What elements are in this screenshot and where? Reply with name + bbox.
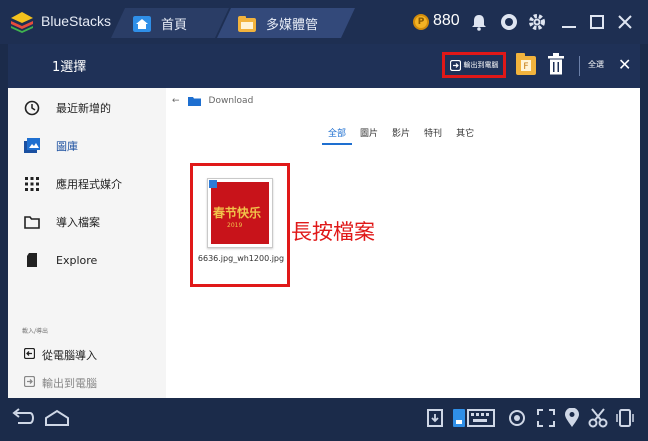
filter-tab-images[interactable]: 圖片 — [360, 126, 378, 139]
folder-icon — [238, 15, 256, 32]
import-export-section-label: 載入/導出 — [22, 328, 49, 335]
close-icon[interactable] — [616, 13, 634, 31]
media-toolbar: 1選擇 輸出到電腦 F 全選 ✕ — [8, 44, 640, 88]
import-icon — [24, 348, 35, 359]
phone-rotate-icon[interactable] — [616, 408, 634, 428]
android-nav-bar — [0, 398, 648, 441]
sd-card-icon — [27, 253, 37, 267]
sidebar-item-label: 應用程式媒介 — [56, 178, 122, 191]
filter-tab-special[interactable]: 特刊 — [424, 126, 442, 139]
breadcrumb: ← Download — [172, 96, 253, 106]
location-icon[interactable] — [564, 408, 580, 428]
back-arrow-icon[interactable]: ← — [172, 96, 180, 106]
breadcrumb-folder[interactable]: Download — [209, 96, 254, 106]
sidebar-item-app-media[interactable]: 應用程式媒介 — [8, 166, 166, 202]
sidebar-item-label: 導入檔案 — [56, 216, 100, 229]
folder-outline-icon — [24, 216, 40, 229]
tab-media-label: 多媒體管 — [266, 18, 319, 33]
scissors-icon[interactable] — [588, 408, 608, 428]
filter-tab-other[interactable]: 其它 — [456, 126, 474, 139]
export-icon — [449, 59, 461, 71]
export-icon — [24, 376, 35, 387]
active-filter-indicator — [322, 143, 352, 145]
sidebar-item-import-from-pc[interactable]: 從電腦導入 — [8, 343, 166, 365]
sidebar-item-explore[interactable]: Explore — [8, 242, 166, 278]
media-manager-content: 最近新增的 圖庫 應用程式媒介 導入檔案 Explore 載入/導出 從電腦導入… — [8, 88, 640, 398]
export-to-pc-button[interactable]: 輸出到電腦 — [442, 52, 506, 78]
thumbnail-art-text: 春节快乐 — [213, 206, 262, 220]
sidebar-item-import-files[interactable]: 導入檔案 — [8, 204, 166, 240]
clock-icon — [24, 100, 40, 116]
tab-media-content: 多媒體管 — [238, 14, 318, 33]
sidebar-item-label: 圖庫 — [56, 140, 78, 153]
selection-count-title: 1選擇 — [52, 60, 87, 75]
bell-icon[interactable] — [470, 13, 488, 31]
home-outline-icon[interactable] — [44, 408, 70, 428]
folder-icon — [187, 97, 201, 106]
apk-install-icon[interactable] — [426, 408, 444, 428]
filter-tab-videos[interactable]: 影片 — [392, 126, 410, 139]
coin-icon: P — [413, 14, 429, 30]
app-name: BlueStacks — [41, 13, 112, 29]
tab-home-content: 首頁 — [133, 14, 187, 33]
gallery-icon — [24, 138, 40, 153]
minimize-icon[interactable] — [560, 13, 578, 31]
trash-icon[interactable] — [548, 53, 564, 75]
file-manager-icon[interactable]: F — [516, 53, 536, 75]
close-selection-button[interactable]: ✕ — [618, 56, 631, 74]
media-filter-tabs: 全部 圖片 影片 特刊 其它 — [328, 126, 474, 139]
sidebar-item-label: 輸出到電腦 — [42, 377, 97, 390]
sidebar-item-recent[interactable]: 最近新增的 — [8, 90, 166, 126]
select-all-button[interactable]: 全選 — [588, 59, 604, 70]
export-label: 輸出到電腦 — [463, 61, 499, 69]
title-bar: BlueStacks 首頁 多媒體管 P 880 — [0, 0, 648, 44]
sidebar-item-export-to-pc[interactable]: 輸出到電腦 — [8, 371, 166, 393]
sidebar-item-label: Explore — [56, 253, 98, 267]
keyboard-icon[interactable] — [452, 408, 496, 428]
toolbar-divider — [579, 56, 580, 76]
account-icon[interactable] — [500, 13, 518, 31]
sidebar-item-label: 從電腦導入 — [42, 349, 97, 362]
filter-tab-all[interactable]: 全部 — [328, 126, 346, 139]
apps-grid-icon — [25, 177, 39, 191]
file-manager-badge: F — [523, 62, 528, 72]
bluestacks-logo-icon — [11, 12, 33, 33]
coin-count[interactable]: 880 — [433, 12, 460, 30]
sidebar: 最近新增的 圖庫 應用程式媒介 導入檔案 Explore 載入/導出 從電腦導入… — [8, 88, 166, 398]
tab-home-label: 首頁 — [161, 18, 188, 33]
settings-icon[interactable] — [528, 13, 546, 31]
fullscreen-icon[interactable] — [536, 408, 556, 428]
eye-icon[interactable] — [508, 408, 526, 428]
selection-check-icon[interactable] — [209, 180, 217, 188]
maximize-icon[interactable] — [588, 13, 606, 31]
thumbnail-image: 春节快乐 2019 — [211, 182, 269, 244]
thumbnail-art-year: 2019 — [227, 222, 243, 229]
home-icon — [133, 15, 151, 32]
sidebar-item-gallery[interactable]: 圖庫 — [8, 128, 166, 164]
file-tile-highlight[interactable]: 春节快乐 2019 6636.jpg_wh1200.jpg — [190, 163, 290, 287]
file-name: 6636.jpg_wh1200.jpg — [197, 254, 285, 263]
back-icon[interactable] — [10, 408, 36, 428]
bluestacks-window: BlueStacks 首頁 多媒體管 P 880 1選擇 輸出到電腦 F 全選 … — [0, 0, 648, 441]
file-thumbnail[interactable]: 春节快乐 2019 — [207, 178, 273, 248]
long-press-annotation: 長按檔案 — [291, 220, 375, 244]
sidebar-item-label: 最近新增的 — [56, 102, 111, 115]
